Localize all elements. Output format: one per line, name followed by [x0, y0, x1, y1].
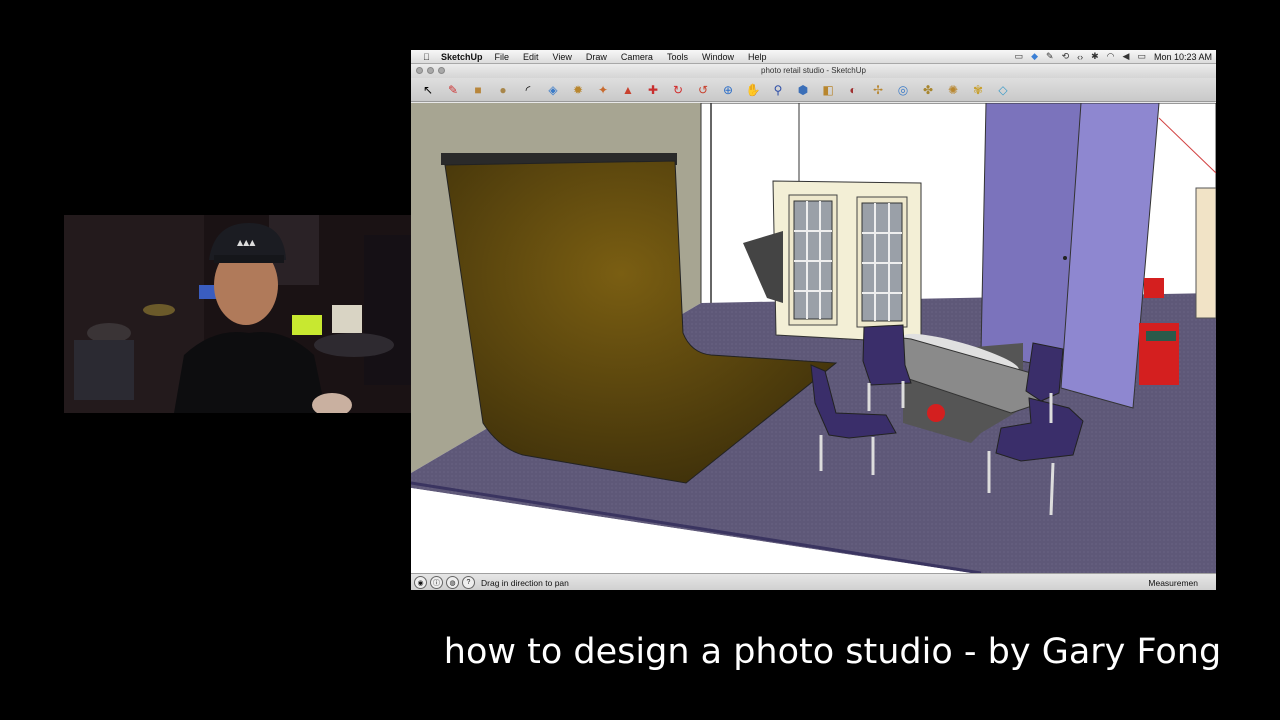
zoom-extents-icon[interactable]: ⬢	[794, 81, 812, 99]
menu-draw[interactable]: Draw	[586, 52, 607, 62]
menubar-clock[interactable]: Mon 10:23 AM	[1154, 52, 1212, 62]
red-stool	[1144, 278, 1164, 298]
app-menu[interactable]: SketchUp	[441, 52, 483, 62]
credits-icon[interactable]: ⓘ	[430, 576, 443, 589]
user-icon[interactable]: ◍	[446, 576, 459, 589]
menu-window[interactable]: Window	[702, 52, 734, 62]
paint-bucket-icon[interactable]: ✹	[569, 81, 587, 99]
look-around-icon[interactable]: ◇	[994, 81, 1012, 99]
sketchup-screen:  SketchUp File Edit View Draw Camera To…	[411, 50, 1216, 590]
section-icon[interactable]: ✤	[919, 81, 937, 99]
volume-icon[interactable]: ◀	[1123, 51, 1130, 62]
timemachine-icon[interactable]: ⟲	[1062, 51, 1070, 62]
pan-icon[interactable]: ✋	[744, 81, 762, 99]
position-camera-icon[interactable]: ✾	[969, 81, 987, 99]
eraser-icon[interactable]: ✦	[594, 81, 612, 99]
webcam-video: ▲▲▲	[64, 215, 414, 413]
video-caption: how to design a photo studio - by Gary F…	[443, 632, 1222, 672]
mac-menubar:  SketchUp File Edit View Draw Camera To…	[411, 50, 1216, 64]
menu-file[interactable]: File	[495, 52, 510, 62]
menu-help[interactable]: Help	[748, 52, 767, 62]
circle-icon[interactable]: ●	[494, 81, 512, 99]
help-icon[interactable]: ?	[462, 576, 475, 589]
move-icon[interactable]: ✚	[644, 81, 662, 99]
menu-camera[interactable]: Camera	[621, 52, 653, 62]
menu-view[interactable]: View	[553, 52, 572, 62]
code-icon[interactable]: ‹›	[1077, 52, 1083, 62]
cabinet	[1195, 187, 1216, 319]
text-icon[interactable]: ◎	[894, 81, 912, 99]
push-pull-icon[interactable]: ▲	[619, 81, 637, 99]
make-component-icon[interactable]: ◈	[544, 81, 562, 99]
svg-text:▲▲▲: ▲▲▲	[237, 238, 256, 247]
geo-location-icon[interactable]: ◉	[414, 576, 427, 589]
bluetooth-icon[interactable]: ✱	[1091, 51, 1099, 62]
menu-tools[interactable]: Tools	[667, 52, 688, 62]
wifi-icon[interactable]: ◠	[1107, 51, 1115, 62]
arc-icon[interactable]: ◜	[519, 81, 537, 99]
measurements-label: Measuremen	[1148, 577, 1198, 588]
tape-measure-icon[interactable]: ◧	[819, 81, 837, 99]
rotate-icon[interactable]: ↻	[669, 81, 687, 99]
orbit-icon[interactable]: ⊕	[719, 81, 737, 99]
pencil-icon[interactable]: ✎	[444, 81, 462, 99]
axes-icon[interactable]: ✢	[869, 81, 887, 99]
status-bar: ◉ ⓘ ◍ ? Drag in direction to pan Measure…	[411, 573, 1216, 590]
wrench-icon[interactable]: ✎	[1046, 51, 1054, 62]
window-titlebar: photo retail studio - SketchUp	[411, 64, 1216, 78]
follow-me-icon[interactable]: ↺	[694, 81, 712, 99]
menu-edit[interactable]: Edit	[523, 52, 539, 62]
webcam-scene: ▲▲▲	[64, 215, 414, 413]
french-doors	[772, 180, 922, 344]
window-title: photo retail studio - SketchUp	[761, 66, 866, 75]
protractor-icon[interactable]: ◐	[844, 81, 862, 99]
walk-icon[interactable]: ✺	[944, 81, 962, 99]
video-icon[interactable]: ▭	[1015, 51, 1024, 62]
battery-icon[interactable]: ▭	[1137, 51, 1146, 62]
status-area: ▭ ◆ ✎ ⟲ ‹› ✱ ◠ ◀ ▭ Mon 10:23 AM	[1015, 51, 1212, 62]
select-icon[interactable]: ↖	[419, 81, 437, 99]
sketchup-toolbar: ↖ ✎ ■ ● ◜ ◈ ✹ ✦ ▲ ✚ ↻ ↺ ⊕ ✋ ⚲ ⬢ ◧ ◐ ✢ ◎ …	[411, 78, 1216, 102]
dropbox-icon[interactable]: ◆	[1031, 51, 1038, 62]
rectangle-icon[interactable]: ■	[469, 81, 487, 99]
apple-icon[interactable]: 	[423, 52, 435, 62]
studio-model	[411, 103, 1216, 573]
model-viewport[interactable]	[411, 103, 1216, 573]
zoom-icon[interactable]: ⚲	[769, 81, 787, 99]
status-hint: Drag in direction to pan	[481, 577, 569, 588]
